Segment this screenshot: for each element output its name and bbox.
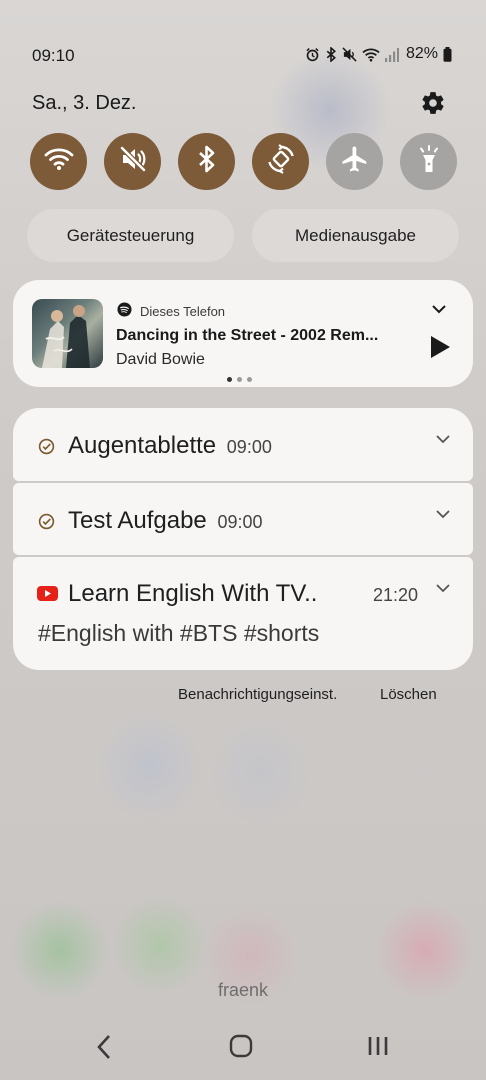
mute-icon: [119, 145, 147, 178]
notification-title: Augentablette 09:00: [68, 432, 272, 460]
check-icon: [38, 438, 55, 460]
bluetooth-icon: [197, 145, 217, 178]
notification-time: 09:00: [217, 512, 263, 532]
notification-title: Test Aufgabe 09:00: [68, 507, 263, 535]
spotify-icon: [117, 302, 132, 320]
chevron-down-icon[interactable]: [431, 302, 447, 320]
notification-list: Augentablette 09:00 Test Aufgabe 09:00 L…: [13, 408, 473, 670]
chevron-down-icon[interactable]: [435, 581, 451, 599]
navigation-bar: [0, 1030, 486, 1064]
mute-icon: [342, 46, 357, 62]
notification-time: 09:00: [226, 437, 272, 457]
notification-time: 21:20: [372, 585, 418, 605]
status-time: 09:10: [32, 46, 75, 65]
notification-title-text: Test Aufgabe: [68, 507, 207, 534]
wifi-toggle[interactable]: [30, 133, 87, 190]
home-icon[interactable]: [229, 1034, 253, 1063]
notification-panel: 09:10 82% Sa., 3. Dez. Gerätesteuerung M…: [0, 0, 486, 1080]
flashlight-icon: [416, 144, 442, 179]
auto-rotate-icon: [266, 144, 296, 179]
notification-item[interactable]: Learn English With TV.. 21:20 #English w…: [13, 557, 473, 670]
notification-settings-button[interactable]: Benachrichtigungseinst.: [178, 686, 337, 703]
bluetooth-icon: [325, 46, 337, 62]
album-art: [32, 299, 103, 368]
alarm-icon: [305, 47, 320, 62]
media-player-card[interactable]: Dieses Telefon Dancing in the Street - 2…: [13, 280, 473, 387]
page-dot: [227, 377, 232, 382]
recent-apps-icon[interactable]: [366, 1034, 390, 1063]
airplane-icon: [340, 144, 370, 179]
device-control-button[interactable]: Gerätesteuerung: [27, 209, 234, 262]
auto-rotate-toggle[interactable]: [252, 133, 309, 190]
battery-icon: [443, 46, 452, 62]
youtube-icon: [37, 586, 58, 606]
notification-title-text: Augentablette: [68, 432, 217, 459]
airplane-toggle[interactable]: [326, 133, 383, 190]
status-icons: 82%: [305, 45, 452, 63]
play-icon[interactable]: [429, 335, 451, 364]
notification-item[interactable]: Test Aufgabe 09:00: [13, 483, 473, 555]
chevron-down-icon[interactable]: [435, 507, 451, 525]
wifi-icon: [362, 47, 380, 62]
signal-icon: [384, 47, 399, 62]
gear-icon[interactable]: [420, 90, 446, 116]
page-dot: [247, 377, 252, 382]
page-dot: [237, 377, 242, 382]
media-output-button[interactable]: Medienausgabe: [252, 209, 459, 262]
notification-body: #English with #BTS #shorts: [38, 620, 320, 646]
flashlight-toggle[interactable]: [400, 133, 457, 190]
date: Sa., 3. Dez.: [32, 92, 137, 114]
media-source-label: Dieses Telefon: [140, 303, 226, 319]
battery-level: 82%: [405, 45, 438, 62]
wifi-icon: [44, 146, 74, 177]
chevron-down-icon[interactable]: [435, 432, 451, 450]
check-icon: [38, 513, 55, 535]
carrier-label: fraenk: [217, 980, 269, 1000]
bluetooth-toggle[interactable]: [178, 133, 235, 190]
mute-toggle[interactable]: [104, 133, 161, 190]
back-icon[interactable]: [94, 1032, 114, 1067]
media-artist: David Bowie: [116, 351, 205, 368]
media-page-indicator: [227, 377, 252, 382]
media-title: Dancing in the Street - 2002 Rem...: [116, 327, 379, 344]
notification-item[interactable]: Augentablette 09:00: [13, 408, 473, 481]
quick-toggles: [30, 133, 457, 190]
clear-all-button[interactable]: Löschen: [380, 686, 437, 703]
media-source: Dieses Telefon: [117, 302, 225, 320]
notification-title: Learn English With TV..: [68, 580, 318, 607]
